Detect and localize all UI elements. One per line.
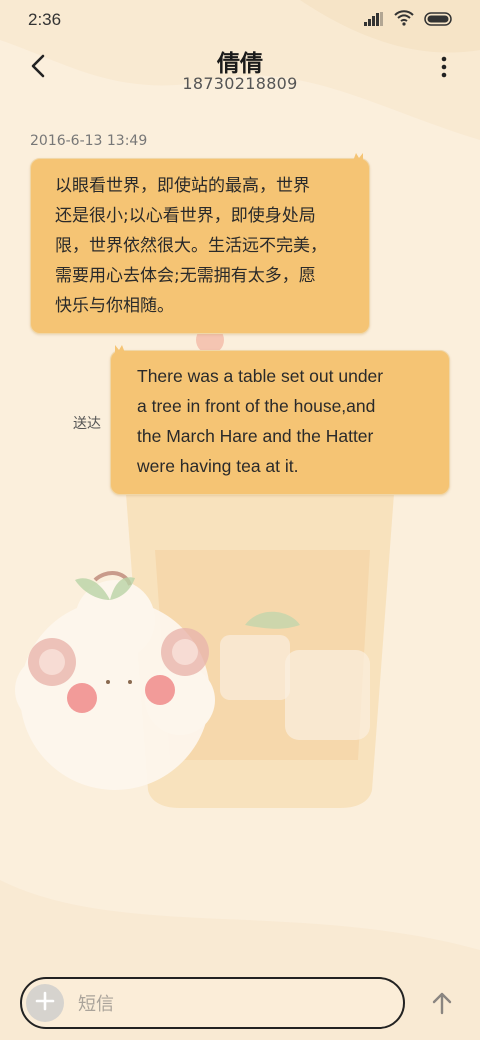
plus-icon bbox=[35, 991, 55, 1015]
message-line: 快乐与你相随。 bbox=[55, 296, 174, 316]
message-line: There was a table set out under bbox=[137, 366, 384, 386]
signal-icon bbox=[364, 11, 384, 30]
incoming-message-bubble[interactable]: 以眼看世界，即使站的最高，世界 还是很小;以心看世界，即使身处局 限，世界依然很… bbox=[30, 153, 370, 334]
wifi-icon bbox=[394, 10, 414, 30]
conversation-header: 倩倩 18730218809 bbox=[0, 40, 480, 104]
contact-name: 倩倩 bbox=[217, 51, 263, 77]
status-icons bbox=[364, 10, 454, 30]
bubble-tail bbox=[115, 345, 125, 353]
bubble-tail bbox=[353, 153, 363, 161]
more-options-button[interactable] bbox=[434, 54, 454, 84]
send-button[interactable] bbox=[426, 988, 458, 1022]
arrow-up-icon bbox=[431, 991, 453, 1019]
message-line: 以眼看世界，即使站的最高，世界 bbox=[55, 176, 310, 196]
compose-bar bbox=[20, 977, 405, 1029]
battery-icon bbox=[424, 11, 454, 30]
more-vertical-icon bbox=[441, 56, 447, 82]
status-time: 2:36 bbox=[28, 10, 62, 29]
attach-button[interactable] bbox=[26, 984, 64, 1022]
background-illustration bbox=[0, 0, 480, 1040]
outgoing-message-bubble[interactable]: There was a table set out under a tree i… bbox=[110, 345, 450, 495]
message-timestamp: 2016-6-13 13:49 bbox=[30, 133, 148, 149]
message-line: were having tea at it. bbox=[137, 456, 299, 476]
message-line: 限，世界依然很大。生活远不完美， bbox=[55, 236, 327, 256]
message-line: 还是很小;以心看世界，即使身处局 bbox=[55, 206, 316, 226]
status-bar: 2:36 bbox=[0, 0, 480, 40]
contact-phone-number: 18730218809 bbox=[182, 74, 298, 93]
message-input[interactable] bbox=[76, 989, 380, 1019]
message-line: a tree in front of the house,and bbox=[137, 396, 376, 416]
message-line: 需要用心去体会;无需拥有太多，愿 bbox=[55, 266, 316, 286]
message-line: the March Hare and the Hatter bbox=[137, 426, 374, 446]
delivery-status: 送达 bbox=[73, 416, 101, 432]
